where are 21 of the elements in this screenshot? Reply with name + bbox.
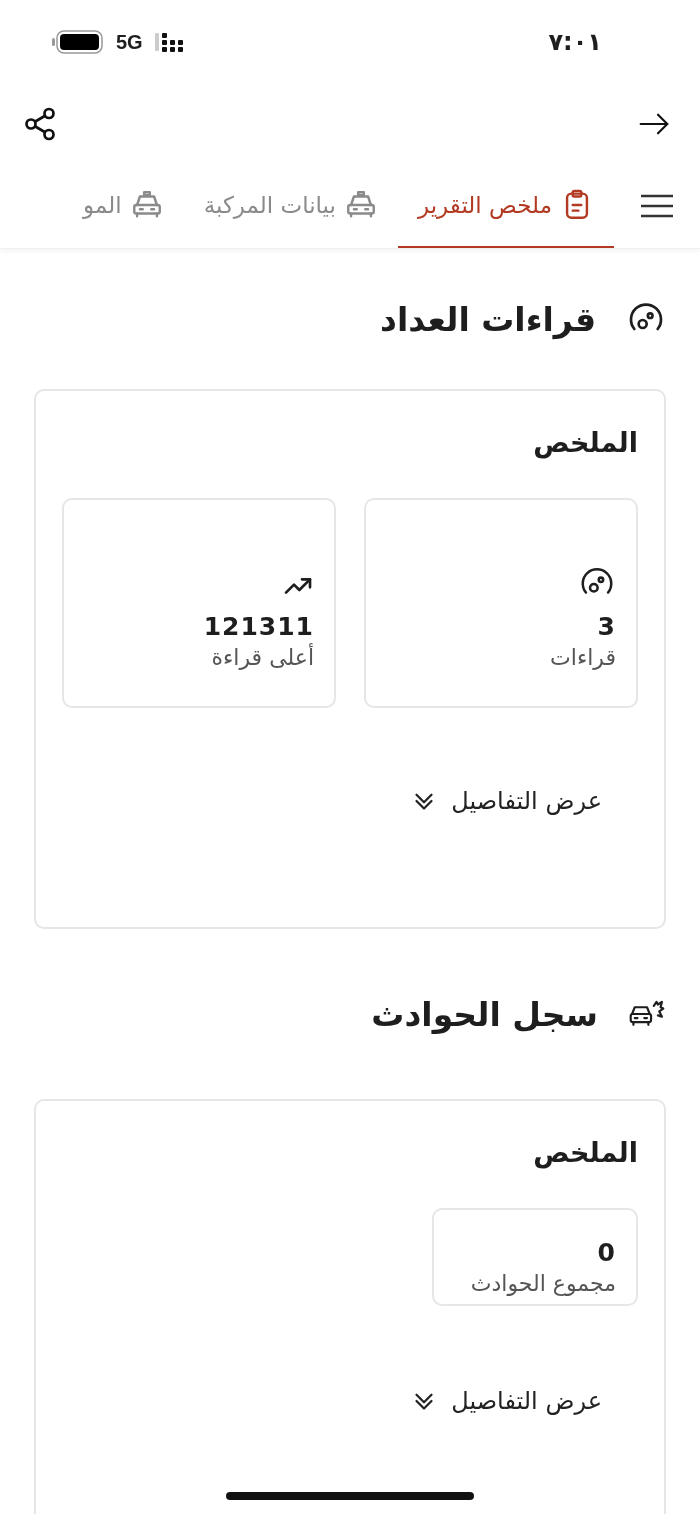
signal-icon	[154, 31, 185, 53]
card-title: الملخص	[532, 427, 638, 458]
stat-label: قراءات	[550, 645, 616, 670]
tab[interactable]: بيانات المركبة	[183, 164, 398, 248]
section-title: قراءات العداد	[380, 299, 596, 339]
tab[interactable]: المو	[63, 164, 184, 248]
details-link[interactable]: عرض التفاصيل	[409, 786, 602, 816]
stat-value: 3	[597, 612, 616, 641]
stat-label: أعلى قراءة	[211, 645, 314, 670]
tab[interactable]: ملخص التقرير	[397, 164, 614, 248]
share-icon[interactable]	[22, 106, 58, 142]
menu-icon[interactable]	[640, 193, 674, 219]
stat-value: 0	[597, 1238, 616, 1267]
stat-label: مجموع الحوادث	[470, 1271, 616, 1296]
section-title: سجل الحوادث	[371, 994, 598, 1034]
details-link[interactable]: عرض التفاصيل	[409, 1386, 602, 1416]
card-title: الملخص	[532, 1137, 638, 1168]
stat-value: 121311	[203, 612, 314, 641]
network-label: 5G	[116, 30, 143, 54]
clock-time: ٧:٠١	[548, 28, 602, 56]
battery-icon	[52, 29, 104, 55]
